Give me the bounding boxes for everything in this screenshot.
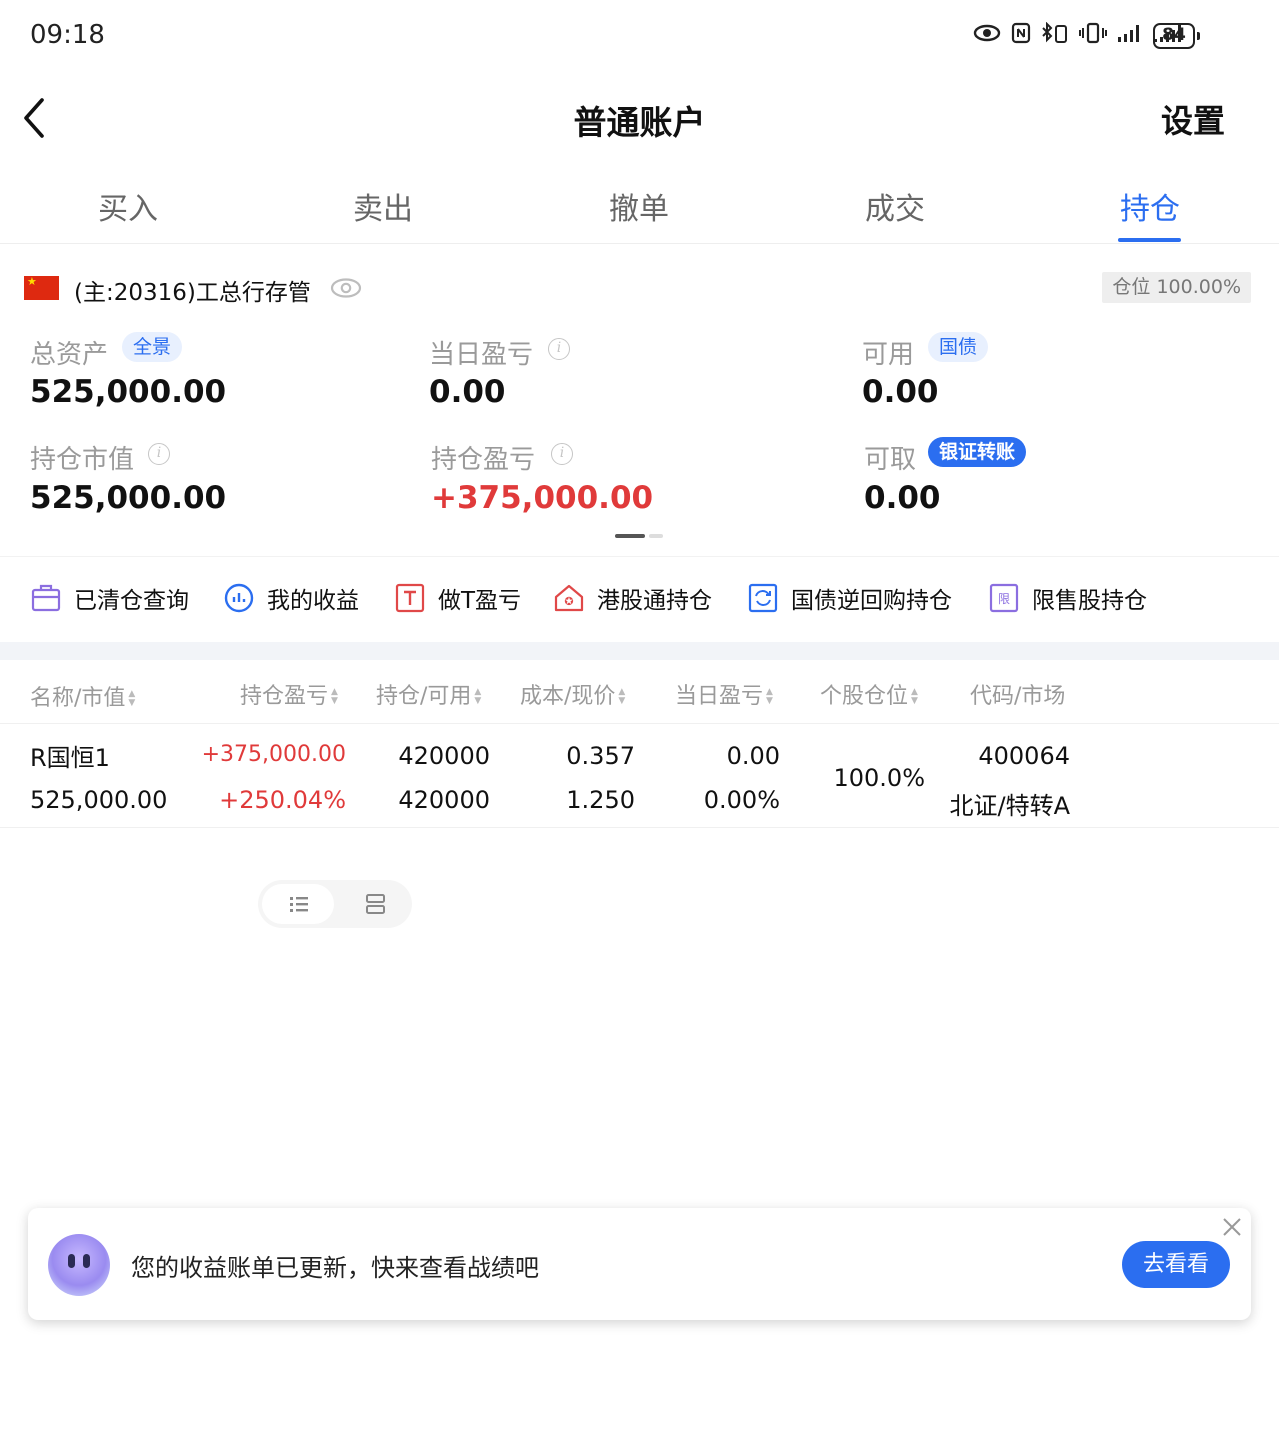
t-box-icon	[395, 583, 425, 613]
close-icon	[1223, 1218, 1241, 1236]
bank-transfer-button[interactable]: 银证转账	[928, 437, 1027, 467]
status-bar: 09:18 84	[0, 0, 1279, 72]
info-icon[interactable]: i	[148, 443, 170, 465]
quick-link-label: 我的收益	[267, 588, 359, 614]
stock-code: 400064	[978, 742, 1070, 770]
daily-pnl-label: 当日盈亏	[429, 340, 534, 370]
svg-text:✪: ✪	[564, 595, 573, 608]
card-icon	[366, 894, 385, 914]
list-view-button[interactable]	[262, 884, 334, 924]
settings-button[interactable]: 设置	[1161, 96, 1225, 142]
list-icon	[290, 897, 308, 912]
limit-box-icon: 限	[989, 583, 1019, 613]
status-time: 09:18	[30, 20, 105, 50]
cleared-positions-link[interactable]: 已清仓查询	[30, 581, 189, 615]
signal-1-icon	[1118, 25, 1139, 42]
column-header-position-ratio[interactable]: 个股仓位 ▲ ▼	[820, 678, 921, 710]
total-assets-value: 525,000.00	[30, 374, 227, 410]
stock-holding: 420000	[398, 742, 490, 770]
mascot-avatar-icon	[48, 1234, 110, 1296]
briefcase-icon	[31, 584, 61, 612]
tab-buy[interactable]: 买入	[48, 184, 208, 228]
house-star-icon: ✪	[554, 584, 584, 612]
refresh-box-icon	[748, 583, 778, 613]
reverse-repo-link[interactable]: 国债逆回购持仓	[747, 581, 952, 615]
card-view-button[interactable]	[336, 884, 408, 924]
quick-link-label: 已清仓查询	[74, 588, 189, 614]
tab-sell[interactable]: 卖出	[303, 184, 463, 228]
quick-link-label: 港股通持仓	[597, 588, 712, 614]
close-banner-button[interactable]	[1221, 1216, 1243, 1238]
account-name[interactable]: (主:20316)工总行存管	[74, 273, 311, 307]
column-header-cost-price[interactable]: 成本/现价 ▲ ▼	[520, 678, 628, 710]
column-header-daily-pnl[interactable]: 当日盈亏 ▲ ▼	[675, 678, 776, 710]
info-icon[interactable]: i	[548, 338, 570, 360]
table-row[interactable]: R国恒1 525,000.00 +375,000.00 +250.04% 420…	[0, 724, 1279, 828]
tab-positions[interactable]: 持仓	[1070, 184, 1230, 228]
stock-cost: 0.357	[566, 742, 635, 770]
position-ratio-tag: 仓位 100.00%	[1102, 272, 1251, 303]
toggle-visibility-button[interactable]	[330, 276, 362, 300]
page-indicator	[615, 534, 663, 538]
battery-indicator: 84	[1153, 23, 1200, 49]
column-header-name[interactable]: 名称/市值 ▲ ▼	[30, 680, 138, 712]
hk-connect-link[interactable]: ✪ 港股通持仓	[553, 581, 712, 615]
eye-status-icon	[973, 24, 1001, 42]
positions-table-header: 名称/市值 ▲ ▼ 持仓盈亏 ▲ ▼ 持仓/可用 ▲ ▼ 成本/现价 ▲ ▼ 当日盈亏 ▲ ▼ 个股…	[0, 660, 1279, 724]
bluetooth-battery-icon	[1042, 22, 1067, 43]
quick-link-label: 国债逆回购持仓	[791, 588, 952, 614]
daily-pnl-value: 0.00	[429, 374, 506, 410]
chart-circle-icon	[224, 583, 254, 613]
quick-links: 已清仓查询 我的收益 做T盈亏 ✪ 港股通持仓 国债逆回购持仓 限 限售股持仓	[0, 556, 1279, 642]
vibrate-icon	[1079, 22, 1107, 44]
account-row: ★ (主:20316)工总行存管 仓位 100.00%	[0, 264, 1279, 312]
stock-daily-percent: 0.00%	[703, 786, 780, 814]
eye-icon	[330, 278, 362, 298]
view-mode-toggle	[258, 880, 412, 928]
quick-link-label: 限售股持仓	[1032, 588, 1147, 614]
available-value: 0.00	[862, 374, 939, 410]
stock-position-ratio: 100.0%	[833, 764, 925, 792]
quick-link-label: 做T盈亏	[438, 588, 522, 614]
t-trade-pnl-link[interactable]: 做T盈亏	[394, 581, 521, 615]
banner-message: 您的收益账单已更新，快来查看战绩吧	[131, 1254, 539, 1282]
column-header-position-pnl[interactable]: 持仓盈亏 ▲ ▼	[240, 678, 341, 710]
tab-deals[interactable]: 成交	[815, 184, 975, 228]
position-pnl-label: 持仓盈亏	[431, 445, 536, 475]
position-pnl-value: +375,000.00	[431, 480, 654, 516]
section-divider	[0, 642, 1279, 660]
stock-available: 420000	[398, 786, 490, 814]
stock-pnl-percent: +250.04%	[219, 786, 346, 814]
panorama-button[interactable]: 全景	[122, 332, 183, 362]
svg-text:限: 限	[998, 592, 1010, 606]
column-header-code-market: 代码/市场	[970, 684, 1066, 709]
market-value-label: 持仓市值	[30, 445, 135, 475]
stock-market: 北证/特转A	[949, 792, 1070, 820]
stock-daily-pnl: 0.00	[726, 742, 780, 770]
nfc-icon	[1011, 22, 1031, 44]
page-title: 普通账户	[573, 103, 706, 142]
stock-pnl: +375,000.00	[201, 742, 346, 767]
my-earnings-link[interactable]: 我的收益	[223, 581, 359, 615]
market-value-value: 525,000.00	[30, 480, 227, 516]
stock-price: 1.250	[566, 786, 635, 814]
column-header-holding[interactable]: 持仓/可用 ▲ ▼	[376, 678, 484, 710]
view-now-button[interactable]: 去看看	[1122, 1241, 1230, 1288]
stock-market-value: 525,000.00	[30, 786, 168, 814]
tab-cancel[interactable]: 撤单	[559, 184, 719, 228]
active-tab-indicator	[1118, 238, 1181, 242]
available-label: 可用	[862, 340, 915, 370]
withdrawable-label: 可取	[864, 445, 917, 475]
earnings-notification-banner: 您的收益账单已更新，快来查看战绩吧 去看看	[28, 1208, 1251, 1320]
china-flag-icon: ★	[24, 276, 59, 300]
stock-name: R国恒1	[30, 744, 110, 772]
total-assets-label: 总资产	[30, 340, 109, 370]
header: 普通账户 设置	[0, 80, 1279, 160]
trade-tabs: 买入 卖出 撤单 成交 持仓	[0, 170, 1279, 244]
withdrawable-value: 0.00	[864, 480, 941, 516]
restricted-shares-link[interactable]: 限 限售股持仓	[988, 581, 1147, 615]
info-icon[interactable]: i	[551, 443, 573, 465]
treasury-button[interactable]: 国债	[928, 332, 989, 362]
